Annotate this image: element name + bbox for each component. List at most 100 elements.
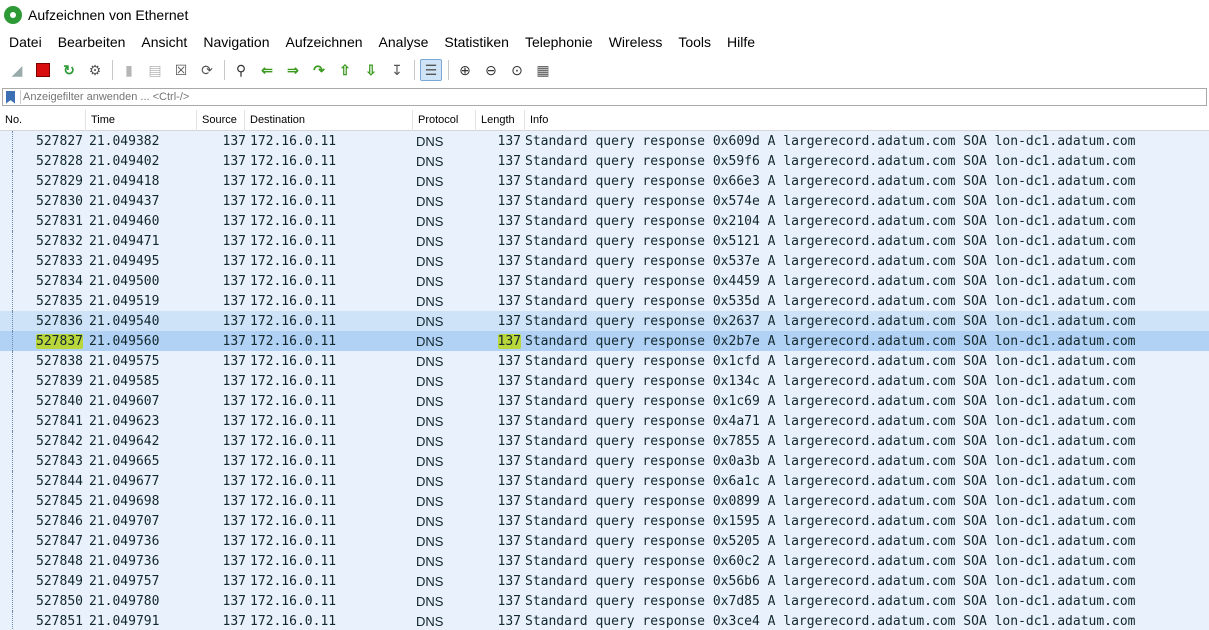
packet-source: 137 [222,133,246,149]
packet-row[interactable]: 527850 21.049780 137 172.16.0.11 DNS 137… [0,591,1209,611]
find-packet-icon[interactable]: ⚲ [230,59,252,81]
packet-info: Standard query response 0x6a1c A largere… [525,473,1136,489]
packet-info: Standard query response 0x1595 A largere… [525,513,1136,529]
open-file-icon[interactable]: ▮ [118,59,140,81]
packet-row[interactable]: 527832 21.049471 137 172.16.0.11 DNS 137… [0,231,1209,251]
packet-length: 137 [497,353,521,369]
zoom-out-icon[interactable]: ⊖ [480,59,502,81]
packet-time: 21.049623 [89,413,160,429]
reload-icon[interactable]: ⟳ [196,59,218,81]
packet-source: 137 [222,413,246,429]
column-header-protocol[interactable]: Protocol [413,109,476,131]
toolbar-separator [112,60,113,80]
menu-aufzeichnen[interactable]: Aufzeichnen [277,34,370,50]
packet-row[interactable]: 527848 21.049736 137 172.16.0.11 DNS 137… [0,551,1209,571]
menu-statistiken[interactable]: Statistiken [436,34,517,50]
packet-protocol: DNS [416,533,444,549]
toolbar-separator [448,60,449,80]
menu-telephonie[interactable]: Telephonie [517,34,601,50]
packet-destination: 172.16.0.11 [250,473,337,489]
display-filter-bar [2,88,1207,106]
packet-row[interactable]: 527833 21.049495 137 172.16.0.11 DNS 137… [0,251,1209,271]
packet-row[interactable]: 527831 21.049460 137 172.16.0.11 DNS 137… [0,211,1209,231]
packet-row[interactable]: 527849 21.049757 137 172.16.0.11 DNS 137… [0,571,1209,591]
packet-destination: 172.16.0.11 [250,393,337,409]
packet-time: 21.049585 [89,373,160,389]
go-last-icon[interactable]: ⇩ [360,59,382,81]
packet-time: 21.049791 [89,613,160,629]
packet-info: Standard query response 0x5121 A largere… [525,233,1136,249]
packet-length: 137 [497,173,521,189]
packet-row-selected[interactable]: 527837 21.049560 137 172.16.0.11 DNS 137… [0,331,1209,351]
packet-row[interactable]: 527843 21.049665 137 172.16.0.11 DNS 137… [0,451,1209,471]
menu-navigation[interactable]: Navigation [195,34,277,50]
display-filter-input[interactable] [20,90,1190,104]
packet-row[interactable]: 527841 21.049623 137 172.16.0.11 DNS 137… [0,411,1209,431]
packet-source: 137 [222,173,246,189]
packet-no: 527850 [36,593,83,609]
zoom-normal-icon[interactable]: ⊙ [506,59,528,81]
menu-wireless[interactable]: Wireless [601,34,671,50]
colorize-icon[interactable]: ☰ [420,59,442,81]
packet-row[interactable]: 527847 21.049736 137 172.16.0.11 DNS 137… [0,531,1209,551]
packet-time: 21.049495 [89,253,160,269]
packet-length: 137 [497,273,521,289]
packet-row[interactable]: 527840 21.049607 137 172.16.0.11 DNS 137… [0,391,1209,411]
packet-row[interactable]: 527842 21.049642 137 172.16.0.11 DNS 137… [0,431,1209,451]
packet-row[interactable]: 527839 21.049585 137 172.16.0.11 DNS 137… [0,371,1209,391]
restart-icon[interactable]: ↻ [58,59,80,81]
menu-tools[interactable]: Tools [670,34,719,50]
packet-row[interactable]: 527830 21.049437 137 172.16.0.11 DNS 137… [0,191,1209,211]
column-header-source[interactable]: Source [197,109,245,131]
packet-row[interactable]: 527838 21.049575 137 172.16.0.11 DNS 137… [0,351,1209,371]
packet-protocol: DNS [416,373,444,389]
autoscroll-icon[interactable]: ↧ [386,59,408,81]
go-first-icon[interactable]: ⇧ [334,59,356,81]
packet-protocol: DNS [416,513,444,529]
bookmark-icon[interactable] [6,90,15,104]
options-gear-icon[interactable]: ⚙ [84,59,106,81]
packet-length: 137 [497,553,521,569]
packet-row[interactable]: 527834 21.049500 137 172.16.0.11 DNS 137… [0,271,1209,291]
resize-columns-icon[interactable]: ▦ [532,59,554,81]
packet-row[interactable]: 527827 21.049382 137 172.16.0.11 DNS 137… [0,131,1209,151]
column-header-destination[interactable]: Destination [245,109,413,131]
packet-destination: 172.16.0.11 [250,353,337,369]
packet-row[interactable]: 527846 21.049707 137 172.16.0.11 DNS 137… [0,511,1209,531]
column-header-info[interactable]: Info [525,110,1209,131]
packet-source: 137 [222,153,246,169]
packet-destination: 172.16.0.11 [250,173,337,189]
zoom-in-icon[interactable]: ⊕ [454,59,476,81]
stop-icon[interactable] [32,59,54,81]
packet-row[interactable]: 527845 21.049698 137 172.16.0.11 DNS 137… [0,491,1209,511]
packet-row[interactable]: 527851 21.049791 137 172.16.0.11 DNS 137… [0,611,1209,630]
packet-source: 137 [222,213,246,229]
save-file-icon[interactable]: ▤ [144,59,166,81]
packet-length: 137 [497,573,521,589]
packet-time: 21.049437 [89,193,160,209]
column-header-length[interactable]: Length [476,109,525,131]
column-header-no[interactable]: No. [0,109,86,131]
go-forward-icon[interactable]: ⇒ [282,59,304,81]
packet-row[interactable]: 527836 21.049540 137 172.16.0.11 DNS 137… [0,311,1209,331]
packet-info: Standard query response 0x609d A largere… [525,133,1136,149]
shark-fin-icon[interactable]: ◢ [6,59,28,81]
packet-row[interactable]: 527835 21.049519 137 172.16.0.11 DNS 137… [0,291,1209,311]
close-file-icon[interactable]: ☒ [170,59,192,81]
menu-datei[interactable]: Datei [0,34,50,50]
column-header-time[interactable]: Time [86,109,197,131]
packet-row[interactable]: 527828 21.049402 137 172.16.0.11 DNS 137… [0,151,1209,171]
menu-bearbeiten[interactable]: Bearbeiten [50,34,134,50]
packet-protocol: DNS [416,473,444,489]
menu-hilfe[interactable]: Hilfe [719,34,763,50]
packet-row[interactable]: 527844 21.049677 137 172.16.0.11 DNS 137… [0,471,1209,491]
packet-no: 527833 [36,253,83,269]
menu-ansicht[interactable]: Ansicht [133,34,195,50]
packet-time: 21.049757 [89,573,160,589]
packet-no: 527847 [36,533,83,549]
go-to-packet-icon[interactable]: ↷ [308,59,330,81]
menu-analyse[interactable]: Analyse [371,34,437,50]
packet-row[interactable]: 527829 21.049418 137 172.16.0.11 DNS 137… [0,171,1209,191]
packet-info: Standard query response 0x60c2 A largere… [525,553,1136,569]
go-back-icon[interactable]: ⇐ [256,59,278,81]
